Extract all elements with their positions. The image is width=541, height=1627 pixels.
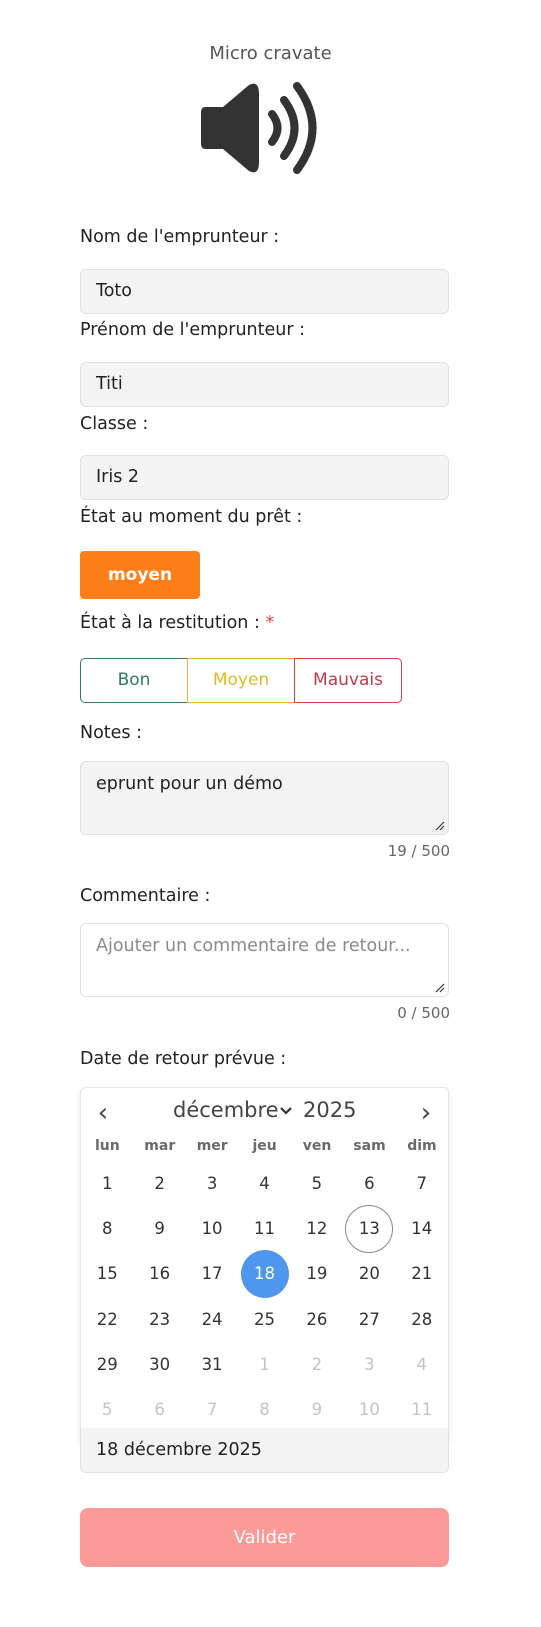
calendar-day[interactable]: 23: [136, 1296, 184, 1344]
notes-text: eprunt pour un démo: [96, 774, 283, 794]
commentaire-counter: 0 / 500: [397, 1004, 450, 1022]
calendar-day[interactable]: 19: [293, 1250, 341, 1298]
classe-label: Classe :: [80, 414, 149, 434]
calendar-day[interactable]: 5: [293, 1160, 341, 1208]
calendar-day[interactable]: 4: [241, 1160, 289, 1208]
weekday-header: mar: [144, 1138, 176, 1154]
weekday-header: sam: [353, 1138, 386, 1154]
required-mark: *: [265, 613, 275, 633]
etat-option-moyen[interactable]: Moyen: [187, 658, 295, 703]
etat-pret-label: État au moment du prêt :: [80, 507, 303, 527]
calendar-day-outside: 4: [416, 1354, 428, 1374]
notes-label: Notes :: [80, 723, 143, 743]
calendar-day[interactable]: 25: [241, 1296, 289, 1344]
calendar-day-outside: 10: [358, 1400, 380, 1419]
resize-handle-icon[interactable]: [435, 983, 445, 993]
calendar-day[interactable]: 26: [293, 1296, 341, 1344]
calendar-day[interactable]: 24: [188, 1296, 236, 1344]
calendar-day[interactable]: 8: [83, 1205, 131, 1253]
calendar-day[interactable]: 27: [345, 1296, 393, 1344]
chevron-down-icon[interactable]: [278, 1100, 294, 1122]
calendar-day[interactable]: 11: [241, 1205, 289, 1253]
weekday-header: mer: [196, 1138, 228, 1154]
speaker-volume-icon: [201, 82, 317, 174]
next-month-button[interactable]: ›: [414, 1100, 438, 1126]
calendar-day-outside: 1: [259, 1354, 270, 1374]
commentaire-textarea[interactable]: Ajouter un commentaire de retour...: [80, 923, 449, 997]
weekday-header: jeu: [252, 1138, 277, 1154]
etat-option-bon[interactable]: Bon: [80, 658, 188, 703]
calendar-day-outside: 11: [411, 1400, 433, 1419]
calendar-day-outside: 8: [259, 1400, 270, 1419]
calendar-day[interactable]: 28: [398, 1296, 446, 1344]
etat-restitution-label-text: État à la restitution :: [80, 613, 260, 633]
nom-field[interactable]: Toto: [80, 269, 449, 314]
calendar-day-outside: 9: [311, 1400, 323, 1419]
etat-restitution-label: État à la restitution : *: [80, 613, 274, 633]
calendar-day[interactable]: 20: [345, 1250, 393, 1298]
notes-textarea[interactable]: eprunt pour un démo: [80, 761, 449, 835]
calendar-day[interactable]: 13: [345, 1205, 394, 1254]
weekday-header: lun: [94, 1138, 120, 1154]
month-select[interactable]: décembre: [173, 1098, 279, 1122]
year-input[interactable]: 2025: [303, 1098, 356, 1122]
calendar-day[interactable]: 10: [188, 1205, 236, 1253]
date-retour-label: Date de retour prévue :: [80, 1049, 287, 1069]
etat-option-mauvais[interactable]: Mauvais: [294, 658, 402, 703]
classe-field[interactable]: Iris 2: [80, 455, 449, 500]
calendar-day-outside: 6: [154, 1400, 165, 1419]
item-title: Micro cravate: [209, 43, 332, 64]
calendar-day[interactable]: 7: [398, 1160, 446, 1208]
calendar-day[interactable]: 1: [83, 1160, 131, 1208]
calendar-day[interactable]: 30: [136, 1341, 184, 1389]
calendar-day[interactable]: 3: [188, 1160, 236, 1208]
commentaire-placeholder: Ajouter un commentaire de retour...: [96, 936, 411, 956]
nom-label: Nom de l'emprunteur :: [80, 227, 280, 247]
weekday-header: dim: [407, 1138, 437, 1154]
prenom-field[interactable]: Titi: [80, 362, 449, 407]
notes-counter: 19 / 500: [387, 842, 450, 860]
calendar-day[interactable]: 15: [83, 1250, 131, 1298]
date-picker-calendar: ‹ décembre 2025 › lun mar mer jeu ven sam dim 1…: [80, 1087, 449, 1443]
submit-button[interactable]: Valider: [80, 1508, 449, 1567]
etat-pret-badge: moyen: [80, 551, 200, 599]
calendar-day-outside: 2: [311, 1354, 323, 1374]
calendar-day[interactable]: 6: [345, 1160, 393, 1208]
calendar-day[interactable]: 22: [83, 1296, 131, 1344]
calendar-day[interactable]: 29: [83, 1341, 131, 1389]
calendar-day[interactable]: 17: [188, 1250, 236, 1298]
commentaire-label: Commentaire :: [80, 886, 211, 906]
calendar-day[interactable]: 31: [188, 1341, 236, 1389]
calendar-day-outside: 5: [101, 1400, 113, 1419]
calendar-day[interactable]: 21: [398, 1250, 446, 1298]
calendar-day-outside: 3: [364, 1354, 375, 1374]
previous-month-button[interactable]: ‹: [91, 1100, 115, 1126]
calendar-day[interactable]: 16: [136, 1250, 184, 1298]
calendar-day[interactable]: 9: [136, 1205, 184, 1253]
selected-date-field[interactable]: 18 décembre 2025: [80, 1428, 449, 1473]
calendar-day[interactable]: 12: [293, 1205, 341, 1253]
calendar-day[interactable]: 2: [136, 1160, 184, 1208]
weekday-header: ven: [302, 1138, 332, 1154]
calendar-day-outside: 7: [206, 1400, 218, 1419]
calendar-day[interactable]: 18: [240, 1250, 289, 1299]
calendar-day[interactable]: 14: [398, 1205, 446, 1253]
resize-handle-icon[interactable]: [435, 821, 445, 831]
prenom-label: Prénom de l'emprunteur :: [80, 320, 306, 340]
